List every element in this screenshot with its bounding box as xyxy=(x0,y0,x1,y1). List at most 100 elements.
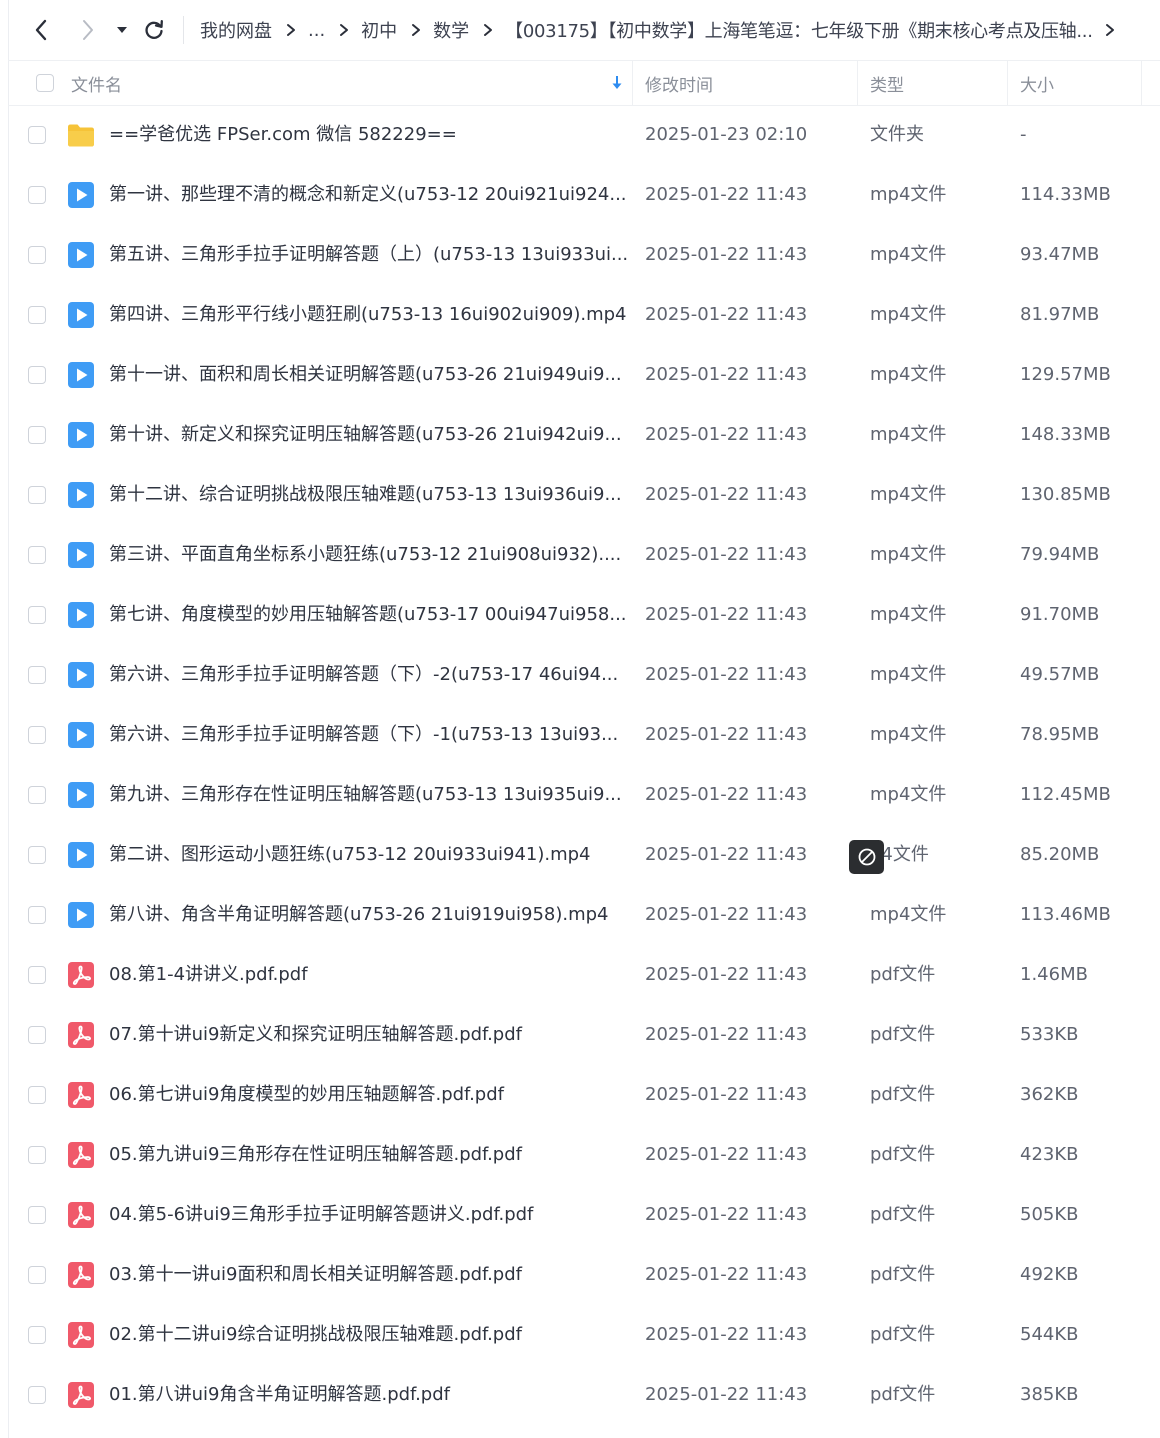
file-size: 85.20MB xyxy=(1020,844,1100,865)
file-name[interactable]: 第九讲、三角形存在性证明压轴解答题(u753-13 13ui935ui9... xyxy=(109,765,629,825)
file-type: pdf文件 xyxy=(870,1384,936,1405)
forward-button[interactable] xyxy=(74,16,102,44)
file-row[interactable]: 08.第1-4讲讲义.pdf.pdf 2025-01-22 11:43 pdf文件 1… xyxy=(8,945,1160,1005)
file-row[interactable]: 第十一讲、面积和周长相关证明解答题(u753-26 21ui949ui9... 2… xyxy=(8,345,1160,405)
file-name[interactable]: 第一讲、那些理不清的概念和新定义(u753-12 20ui921ui924... xyxy=(109,165,629,225)
file-name[interactable]: 06.第七讲ui9角度模型的妙用压轴题解答.pdf.pdf xyxy=(109,1065,629,1125)
row-checkbox[interactable] xyxy=(28,366,46,384)
file-row[interactable]: ==学爸优选 FPSer.com 微信 582229== 2025-01-23 0… xyxy=(8,105,1160,165)
file-row[interactable]: 第十二讲、综合证明挑战极限压轴难题(u753-13 13ui936ui9... 2… xyxy=(8,465,1160,525)
sort-down-arrow-icon[interactable] xyxy=(611,61,623,105)
breadcrumb-item-junior-high[interactable]: 初中 xyxy=(361,17,397,43)
row-checkbox[interactable] xyxy=(28,306,46,324)
file-row[interactable]: 04.第5-6讲ui9三角形手拉手证明解答题讲义.pdf.pdf 2025-01-… xyxy=(8,1185,1160,1245)
breadcrumb-item-my-drive[interactable]: 我的网盘 xyxy=(200,17,272,43)
column-header-time[interactable]: 修改时间 xyxy=(645,61,713,105)
file-row[interactable]: 第二讲、图形运动小题狂练(u753-12 20ui933ui941).mp4 20… xyxy=(8,825,1160,885)
row-checkbox[interactable] xyxy=(28,126,46,144)
file-name[interactable]: 08.第1-4讲讲义.pdf.pdf xyxy=(109,945,629,1005)
file-row[interactable]: 第九讲、三角形存在性证明压轴解答题(u753-13 13ui935ui9... 2… xyxy=(8,765,1160,825)
file-name[interactable]: 01.第八讲ui9角含半角证明解答题.pdf.pdf xyxy=(109,1365,629,1425)
row-checkbox[interactable] xyxy=(28,246,46,264)
file-name[interactable]: 02.第十二讲ui9综合证明挑战极限压轴难题.pdf.pdf xyxy=(109,1305,629,1365)
row-checkbox[interactable] xyxy=(28,186,46,204)
file-modified-time: 2025-01-22 11:43 xyxy=(645,604,808,625)
file-name[interactable]: 03.第十一讲ui9面积和周长相关证明解答题.pdf.pdf xyxy=(109,1245,629,1305)
file-modified-time: 2025-01-22 11:43 xyxy=(645,244,808,265)
row-checkbox[interactable] xyxy=(28,546,46,564)
row-checkbox[interactable] xyxy=(28,666,46,684)
column-header-size[interactable]: 大小 xyxy=(1020,61,1054,105)
row-checkbox[interactable] xyxy=(28,726,46,744)
row-checkbox[interactable] xyxy=(28,486,46,504)
back-button[interactable] xyxy=(27,16,55,44)
file-row[interactable]: 02.第十二讲ui9综合证明挑战极限压轴难题.pdf.pdf 2025-01-22… xyxy=(8,1305,1160,1365)
file-modified-time: 2025-01-22 11:43 xyxy=(645,544,808,565)
row-checkbox[interactable] xyxy=(28,846,46,864)
file-size: 93.47MB xyxy=(1020,244,1100,265)
file-modified-time: 2025-01-23 02:10 xyxy=(645,124,808,145)
chevron-right-icon xyxy=(286,23,296,37)
breadcrumb-item-math[interactable]: 数学 xyxy=(433,17,469,43)
row-checkbox[interactable] xyxy=(28,1146,46,1164)
row-checkbox[interactable] xyxy=(28,786,46,804)
video-file-icon xyxy=(66,480,96,510)
file-row[interactable]: 第八讲、角含半角证明解答题(u753-26 21ui919ui958).mp4 2… xyxy=(8,885,1160,945)
file-name[interactable]: 第二讲、图形运动小题狂练(u753-12 20ui933ui941).mp4 xyxy=(109,825,629,885)
row-checkbox[interactable] xyxy=(28,1266,46,1284)
file-row[interactable]: 03.第十一讲ui9面积和周长相关证明解答题.pdf.pdf 2025-01-22… xyxy=(8,1245,1160,1305)
file-type: mp4文件 xyxy=(870,184,947,205)
history-dropdown-button[interactable] xyxy=(110,16,134,44)
file-row[interactable]: 06.第七讲ui9角度模型的妙用压轴题解答.pdf.pdf 2025-01-22 … xyxy=(8,1065,1160,1125)
file-row[interactable]: 第一讲、那些理不清的概念和新定义(u753-12 20ui921ui924...… xyxy=(8,165,1160,225)
file-name[interactable]: 第三讲、平面直角坐标系小题狂练(u753-12 21ui908ui932)...… xyxy=(109,525,629,585)
file-size: 79.94MB xyxy=(1020,544,1100,565)
column-divider xyxy=(1007,61,1008,105)
row-checkbox[interactable] xyxy=(28,906,46,924)
row-checkbox[interactable] xyxy=(28,606,46,624)
chevron-right-icon[interactable] xyxy=(1105,23,1115,37)
file-row[interactable]: 07.第十讲ui9新定义和探究证明压轴解答题.pdf.pdf 2025-01-22… xyxy=(8,1005,1160,1065)
breadcrumb-item-current-folder[interactable]: 【003175】【初中数学】上海笔笔逗：七年级下册《期末核心考点及压轴... xyxy=(505,17,1093,43)
file-name[interactable]: 第十一讲、面积和周长相关证明解答题(u753-26 21ui949ui9... xyxy=(109,345,629,405)
row-checkbox[interactable] xyxy=(28,1386,46,1404)
file-name[interactable]: 04.第5-6讲ui9三角形手拉手证明解答题讲义.pdf.pdf xyxy=(109,1185,629,1245)
select-all-checkbox[interactable] xyxy=(36,74,54,92)
row-checkbox[interactable] xyxy=(28,966,46,984)
column-header-name[interactable]: 文件名 xyxy=(71,61,122,105)
row-checkbox[interactable] xyxy=(28,426,46,444)
column-header-type[interactable]: 类型 xyxy=(870,61,904,105)
file-name[interactable]: ==学爸优选 FPSer.com 微信 582229== xyxy=(109,105,629,165)
file-row[interactable]: 第六讲、三角形手拉手证明解答题（下）-2(u753-17 46ui94... 20… xyxy=(8,645,1160,705)
file-type: mp4文件 xyxy=(870,364,947,385)
file-name[interactable]: 第七讲、角度模型的妙用压轴解答题(u753-17 00ui947ui958... xyxy=(109,585,629,645)
row-checkbox[interactable] xyxy=(28,1206,46,1224)
file-size: 91.70MB xyxy=(1020,604,1100,625)
file-type: mp4文件 xyxy=(870,424,947,445)
file-name[interactable]: 第八讲、角含半角证明解答题(u753-26 21ui919ui958).mp4 xyxy=(109,885,629,945)
file-row[interactable]: 第三讲、平面直角坐标系小题狂练(u753-12 21ui908ui932)...… xyxy=(8,525,1160,585)
file-name[interactable]: 第六讲、三角形手拉手证明解答题（下）-1(u753-13 13ui93... xyxy=(109,705,629,765)
file-name[interactable]: 第五讲、三角形手拉手证明解答题（上）(u753-13 13ui933ui... xyxy=(109,225,629,285)
row-checkbox[interactable] xyxy=(28,1326,46,1344)
file-name[interactable]: 05.第九讲ui9三角形存在性证明压轴解答题.pdf.pdf xyxy=(109,1125,629,1185)
file-name[interactable]: 第四讲、三角形平行线小题狂刷(u753-13 16ui902ui909).mp4 xyxy=(109,285,629,345)
breadcrumb-item-ellipsis[interactable]: ... xyxy=(308,20,325,41)
file-row[interactable]: 第十讲、新定义和探究证明压轴解答题(u753-26 21ui942ui9... 2… xyxy=(8,405,1160,465)
file-size: 129.57MB xyxy=(1020,364,1111,385)
file-row[interactable]: 第四讲、三角形平行线小题狂刷(u753-13 16ui902ui909).mp4… xyxy=(8,285,1160,345)
file-row[interactable]: 第七讲、角度模型的妙用压轴解答题(u753-17 00ui947ui958...… xyxy=(8,585,1160,645)
file-name[interactable]: 第十讲、新定义和探究证明压轴解答题(u753-26 21ui942ui9... xyxy=(109,405,629,465)
file-name[interactable]: 07.第十讲ui9新定义和探究证明压轴解答题.pdf.pdf xyxy=(109,1005,629,1065)
video-file-icon xyxy=(66,900,96,930)
file-row[interactable]: 第五讲、三角形手拉手证明解答题（上）(u753-13 13ui933ui... 2… xyxy=(8,225,1160,285)
file-modified-time: 2025-01-22 11:43 xyxy=(645,424,808,445)
row-checkbox[interactable] xyxy=(28,1026,46,1044)
file-row[interactable]: 05.第九讲ui9三角形存在性证明压轴解答题.pdf.pdf 2025-01-22… xyxy=(8,1125,1160,1185)
refresh-button[interactable] xyxy=(140,16,168,44)
file-row[interactable]: 第六讲、三角形手拉手证明解答题（下）-1(u753-13 13ui93... 20… xyxy=(8,705,1160,765)
file-name[interactable]: 第十二讲、综合证明挑战极限压轴难题(u753-13 13ui936ui9... xyxy=(109,465,629,525)
file-name[interactable]: 第六讲、三角形手拉手证明解答题（下）-2(u753-17 46ui94... xyxy=(109,645,629,705)
file-row[interactable]: 01.第八讲ui9角含半角证明解答题.pdf.pdf 2025-01-22 11:… xyxy=(8,1365,1160,1425)
row-checkbox[interactable] xyxy=(28,1086,46,1104)
